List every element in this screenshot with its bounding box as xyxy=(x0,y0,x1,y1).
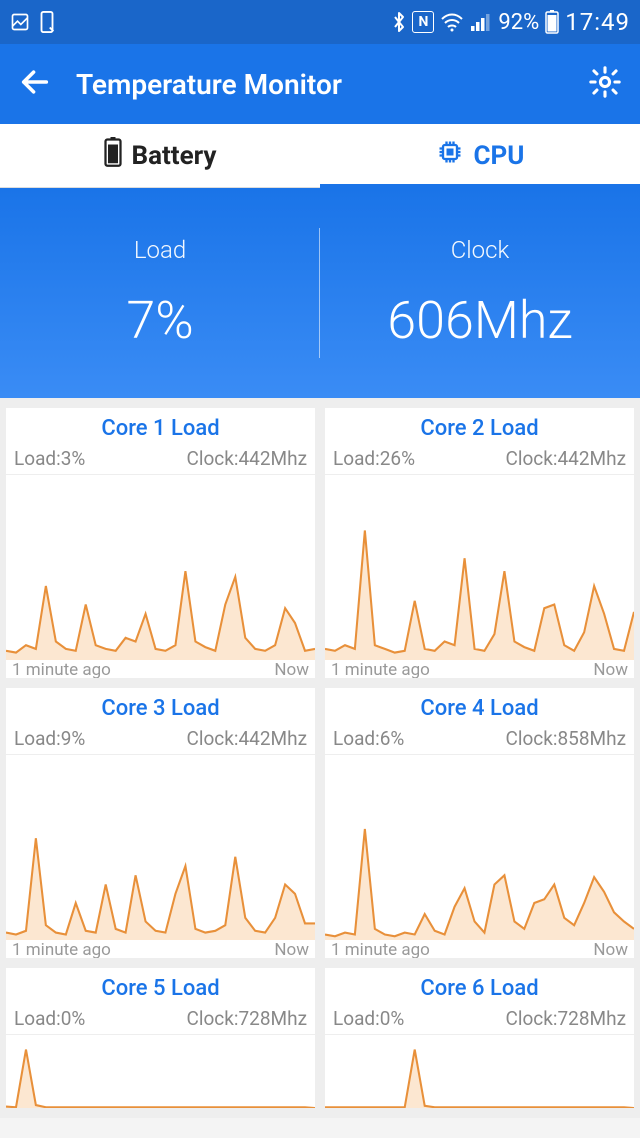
nfc-icon: N xyxy=(412,11,434,33)
status-bar: N 92% 17:49 xyxy=(0,0,640,44)
page-title: Temperature Monitor xyxy=(76,68,564,101)
core-clock-label: Clock:858Mhz xyxy=(505,727,626,750)
summary-load-value: 7% xyxy=(126,290,193,351)
core-title: Core 2 Load xyxy=(325,408,634,447)
core-chart xyxy=(6,754,315,940)
core-load-label: Load:0% xyxy=(14,1007,85,1030)
core-card-1[interactable]: Core 1 LoadLoad:3% Clock:442Mhz 1 minute a… xyxy=(6,408,315,678)
core-title: Core 1 Load xyxy=(6,408,315,447)
core-chart xyxy=(325,1034,634,1108)
core-time-axis: 1 minute ago Now xyxy=(325,940,634,958)
core-card-3[interactable]: Core 3 LoadLoad:9% Clock:442Mhz 1 minute a… xyxy=(6,688,315,958)
core-time-axis: 1 minute ago Now xyxy=(6,940,315,958)
core-chart xyxy=(325,754,634,940)
time-end: Now xyxy=(274,660,309,678)
summary-clock-label: Clock xyxy=(451,236,510,264)
time-start: 1 minute ago xyxy=(331,660,430,678)
core-clock-label: Clock:728Mhz xyxy=(186,1007,307,1030)
tab-cpu[interactable]: CPU xyxy=(320,124,640,187)
core-time-axis: 1 minute ago Now xyxy=(325,660,634,678)
core-stats: Load:6% Clock:858Mhz xyxy=(325,727,634,754)
core-time-axis: 1 minute ago Now xyxy=(6,660,315,678)
time-end: Now xyxy=(593,660,628,678)
summary-load: Load 7% xyxy=(0,188,320,398)
time-start: 1 minute ago xyxy=(331,940,430,958)
core-load-label: Load:6% xyxy=(333,727,404,750)
core-card-2[interactable]: Core 2 LoadLoad:26% Clock:442Mhz 1 minute … xyxy=(325,408,634,678)
core-title: Core 5 Load xyxy=(6,968,315,1007)
app-bar: Temperature Monitor xyxy=(0,44,640,124)
core-chart xyxy=(6,1034,315,1108)
status-left xyxy=(10,11,56,33)
core-clock-label: Clock:442Mhz xyxy=(186,727,307,750)
core-card-5[interactable]: Core 5 LoadLoad:0% Clock:728Mhz xyxy=(6,968,315,1108)
battery-tab-icon xyxy=(104,137,122,174)
battery-percent: 92% xyxy=(498,10,539,35)
core-stats: Load:0% Clock:728Mhz xyxy=(325,1007,634,1034)
settings-button[interactable] xyxy=(588,65,622,103)
tabs: Battery CPU xyxy=(0,124,640,188)
summary-load-label: Load xyxy=(134,236,186,264)
core-load-label: Load:26% xyxy=(333,447,415,470)
tab-cpu-label: CPU xyxy=(474,141,525,171)
screenshot-icon xyxy=(10,12,30,32)
back-button[interactable] xyxy=(18,65,52,103)
core-stats: Load:0% Clock:728Mhz xyxy=(6,1007,315,1034)
core-stats: Load:9% Clock:442Mhz xyxy=(6,727,315,754)
core-load-label: Load:0% xyxy=(333,1007,404,1030)
core-card-6[interactable]: Core 6 LoadLoad:0% Clock:728Mhz xyxy=(325,968,634,1108)
cpu-tab-icon xyxy=(436,138,464,173)
tab-battery-label: Battery xyxy=(132,141,217,171)
time-start: 1 minute ago xyxy=(12,660,111,678)
status-right: N 92% 17:49 xyxy=(392,8,630,36)
clock-time: 17:49 xyxy=(565,8,630,36)
summary-clock-value: 606Mhz xyxy=(387,290,572,351)
core-title: Core 4 Load xyxy=(325,688,634,727)
tab-battery[interactable]: Battery xyxy=(0,124,320,187)
summary-clock: Clock 606Mhz xyxy=(320,188,640,398)
core-clock-label: Clock:442Mhz xyxy=(186,447,307,470)
signal-icon xyxy=(470,12,492,32)
core-chart xyxy=(325,474,634,660)
core-stats: Load:3% Clock:442Mhz xyxy=(6,447,315,474)
device-icon xyxy=(38,11,56,33)
time-end: Now xyxy=(274,940,309,958)
core-chart xyxy=(6,474,315,660)
core-load-label: Load:9% xyxy=(14,727,85,750)
core-stats: Load:26% Clock:442Mhz xyxy=(325,447,634,474)
summary-panel: Load 7% Clock 606Mhz xyxy=(0,188,640,398)
battery-icon xyxy=(545,10,559,34)
time-end: Now xyxy=(593,940,628,958)
wifi-icon xyxy=(440,12,464,32)
bluetooth-icon xyxy=(392,11,406,33)
core-clock-label: Clock:728Mhz xyxy=(505,1007,626,1030)
core-grid: Core 1 LoadLoad:3% Clock:442Mhz 1 minute a… xyxy=(0,398,640,1118)
core-title: Core 3 Load xyxy=(6,688,315,727)
core-load-label: Load:3% xyxy=(14,447,85,470)
time-start: 1 minute ago xyxy=(12,940,111,958)
core-clock-label: Clock:442Mhz xyxy=(505,447,626,470)
core-title: Core 6 Load xyxy=(325,968,634,1007)
core-card-4[interactable]: Core 4 LoadLoad:6% Clock:858Mhz 1 minute a… xyxy=(325,688,634,958)
